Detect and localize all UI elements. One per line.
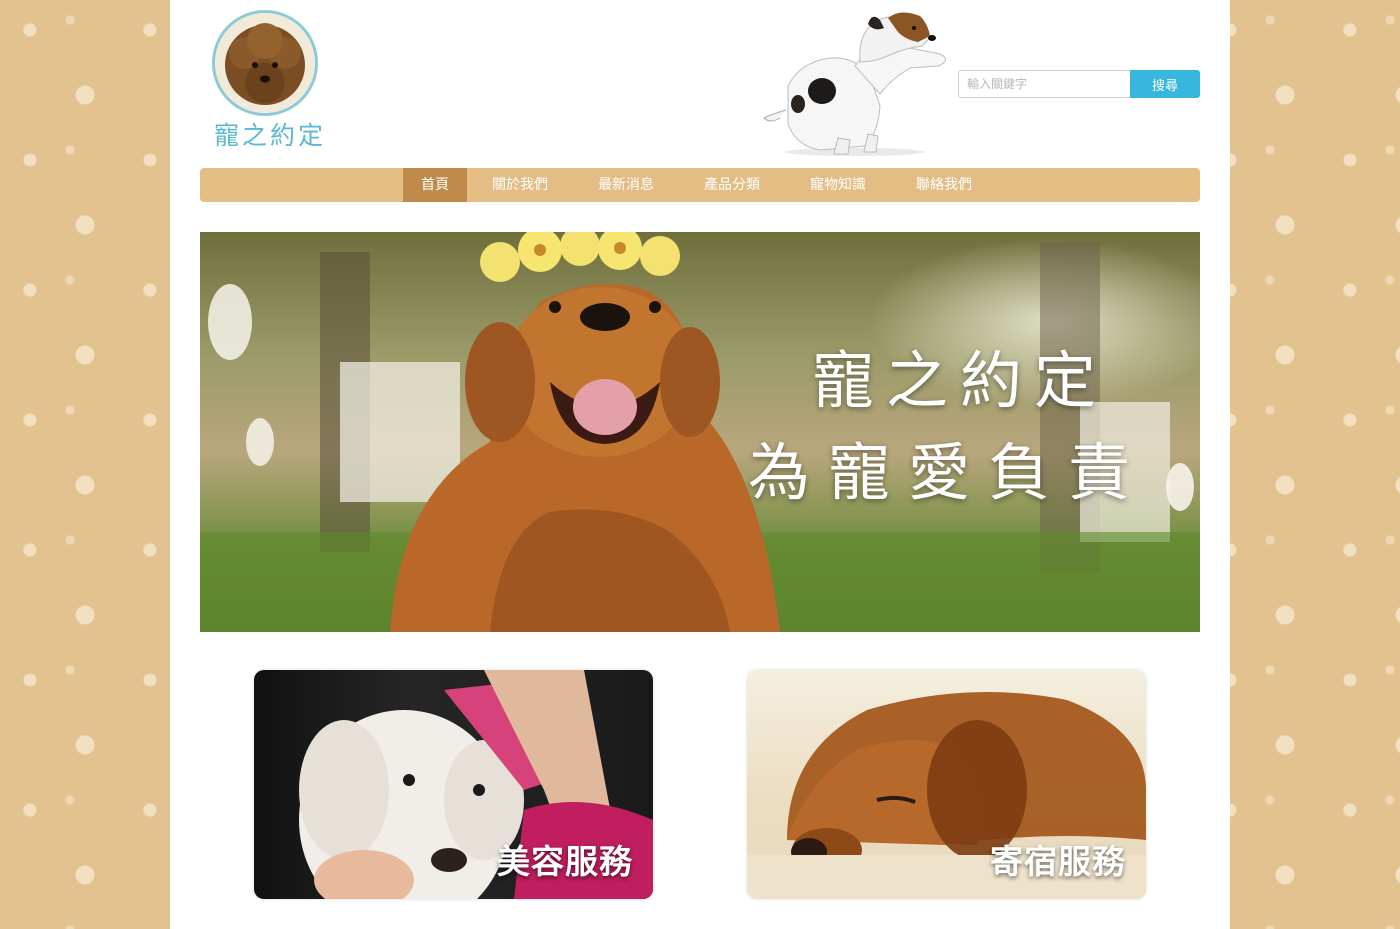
nav-item-pet-knowledge[interactable]: 寵物知識 xyxy=(792,168,884,202)
nav-item-products[interactable]: 產品分類 xyxy=(686,168,778,202)
logo-title: 寵之約定 xyxy=(213,121,326,150)
nav-item-news[interactable]: 最新消息 xyxy=(580,168,672,202)
page-container: 寵之約定 搜尋 首頁 關於我們 最新消息 產品分類 寵物知識 聯絡我們 xyxy=(170,0,1230,929)
grooming-service-card[interactable]: 美容服務 xyxy=(254,670,653,899)
search-bar: 搜尋 xyxy=(958,70,1200,98)
main-navigation: 首頁 關於我們 最新消息 產品分類 寵物知識 聯絡我們 xyxy=(200,168,1200,202)
nav-item-about[interactable]: 關於我們 xyxy=(474,168,566,202)
site-logo[interactable]: 寵之約定 xyxy=(200,8,340,153)
hero-banner[interactable]: 寵之約定 為寵愛負責 xyxy=(200,232,1200,632)
banner-title: 寵之約定 xyxy=(812,344,1109,417)
search-button[interactable]: 搜尋 xyxy=(1130,70,1200,98)
nav-item-contact[interactable]: 聯絡我們 xyxy=(898,168,990,202)
search-input[interactable] xyxy=(958,70,1130,98)
nav-item-home[interactable]: 首頁 xyxy=(403,168,467,202)
boarding-service-card[interactable]: 寄宿服務 xyxy=(747,670,1146,899)
header-dog-illustration xyxy=(760,6,960,158)
grooming-service-label: 美容服務 xyxy=(497,842,633,881)
logo-poodle-avatar xyxy=(212,10,318,116)
boarding-service-label: 寄宿服務 xyxy=(990,842,1126,881)
banner-slogan: 為寵愛負責 xyxy=(748,436,1149,509)
